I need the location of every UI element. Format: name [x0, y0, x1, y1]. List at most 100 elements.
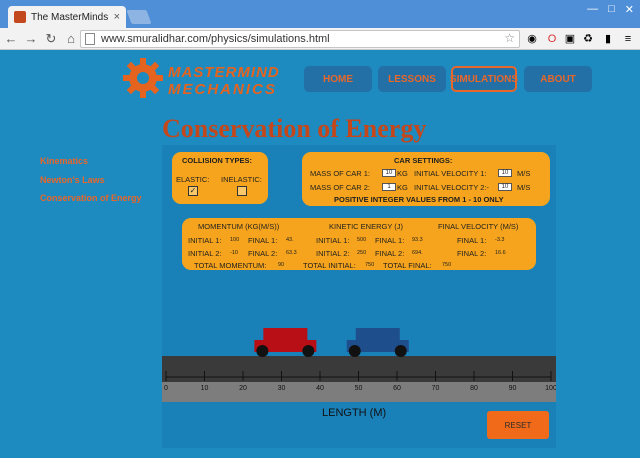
car-wheel	[302, 345, 315, 357]
ke-final1-value: 93.3	[412, 237, 423, 243]
page-icon	[85, 33, 95, 45]
momentum-initial2-label: INITIAL 2:	[188, 249, 222, 258]
kinetic-energy-title: KINETIC ENERGY (J)	[329, 222, 404, 231]
momentum-final1-label: FINAL 1:	[248, 236, 278, 245]
mass1-label: MASS OF CAR 1:	[310, 169, 371, 178]
momentum-initial2-value: -10	[230, 250, 238, 256]
inelastic-label: INELASTIC:	[221, 175, 262, 184]
momentum-final1-value: 43.	[286, 237, 294, 243]
fv-final2-label: FINAL 2:	[457, 249, 487, 258]
home-icon[interactable]: ⌂	[62, 31, 80, 46]
maximize-icon[interactable]: □	[608, 3, 615, 16]
minimize-icon[interactable]: —	[587, 3, 598, 16]
total-momentum-label: TOTAL MOMENTUM:	[194, 261, 267, 270]
close-window-icon[interactable]: ✕	[625, 3, 634, 16]
nav-simulations[interactable]: SIMULATIONS	[450, 66, 518, 92]
window-controls: — □ ✕	[587, 3, 634, 16]
car-wheel	[348, 345, 361, 357]
close-tab-icon[interactable]: ×	[114, 11, 120, 23]
site-favicon-icon	[14, 11, 26, 23]
vel2-label: INITIAL VELOCITY 2:-	[414, 183, 490, 192]
momentum-final2-label: FINAL 2:	[248, 249, 278, 258]
camera-icon[interactable]: ▣	[562, 31, 578, 47]
browser-tab-bar: The MasterMinds Physics × — □ ✕	[0, 0, 640, 28]
car-wheel	[394, 345, 407, 357]
car-roof	[355, 328, 400, 342]
bookmarks-icon[interactable]: ▮	[600, 31, 616, 47]
sidebar-item-kinematics[interactable]: Kinematics	[40, 156, 88, 166]
ruler-tick-label: 20	[239, 385, 247, 392]
vel1-label: INITIAL VELOCITY 1:	[414, 169, 487, 178]
menu-icon[interactable]: ≡	[620, 31, 636, 47]
total-final-value: 750	[442, 262, 452, 268]
total-initial-label: TOTAL INITIAL:	[303, 261, 356, 270]
browser-tab[interactable]: The MasterMinds Physics ×	[8, 6, 126, 28]
ruler-tick-label: 60	[393, 385, 401, 392]
logo-line-1: MASTERMIND	[168, 64, 280, 81]
nav-lessons[interactable]: LESSONS	[378, 66, 446, 92]
fv-final1-label: FINAL 1:	[457, 236, 487, 245]
ruler-tick-label: 50	[355, 385, 363, 392]
reset-button[interactable]: RESET	[487, 411, 549, 439]
sync-icon[interactable]: ♻	[580, 31, 596, 47]
car-wheel	[256, 345, 269, 357]
logo-line-2: MECHANICS	[168, 81, 277, 98]
total-momentum-value: 90	[278, 262, 285, 268]
gear-logo-icon	[123, 58, 163, 98]
new-tab-button[interactable]	[126, 10, 152, 24]
ruler-tick-label: 0	[164, 385, 168, 392]
momentum-final2-value: 63.3	[286, 250, 297, 256]
momentum-initial1-value: 100	[230, 237, 240, 243]
collision-types-box: COLLISION TYPES: ELASTIC: INELASTIC: ✓	[172, 152, 268, 204]
ruler-tick-label: 100	[545, 385, 556, 392]
car-1	[254, 328, 317, 357]
total-initial-value: 750	[365, 262, 375, 268]
mass2-unit: KG	[397, 183, 408, 192]
browser-toolbar: ← → ↻ ⌂ www.smuralidhar.com/physics/simu…	[0, 28, 640, 50]
ruler-tick-label: 70	[432, 385, 440, 392]
ruler-tick-label: 80	[470, 385, 478, 392]
mass2-input[interactable]: 1	[382, 183, 396, 191]
final-velocity-title: FINAL VELOCITY (M/S)	[438, 222, 519, 231]
momentum-title: MOMENTUM (KG(M/S))	[198, 222, 280, 231]
opera-icon[interactable]: O	[544, 31, 560, 47]
nav-about[interactable]: ABOUT	[524, 66, 592, 92]
reload-icon[interactable]: ↻	[42, 31, 60, 47]
vel2-input[interactable]: 10	[498, 183, 512, 191]
url-text: www.smuralidhar.com/physics/simulations.…	[101, 33, 330, 45]
ke-initial1-value: 500	[357, 237, 367, 243]
input-constraint-note: POSITIVE INTEGER VALUES FROM 1 - 10 ONLY	[334, 195, 504, 204]
address-bar[interactable]: www.smuralidhar.com/physics/simulations.…	[80, 30, 520, 48]
ke-final2-value: 694.	[412, 250, 423, 256]
elastic-label: ELASTIC:	[176, 175, 210, 184]
page-title: Conservation of Energy	[162, 114, 427, 143]
vel1-unit: M/S	[517, 169, 531, 178]
ke-initial2-label: INITIAL 2:	[316, 249, 350, 258]
car-roof	[263, 328, 308, 342]
nav-home[interactable]: HOME	[304, 66, 372, 92]
fv-final1-value: -3.3	[495, 237, 505, 243]
sidebar-item-newtons-laws[interactable]: Newton's Laws	[40, 175, 105, 185]
track-svg: 0 10 20 30 40 50 60 70 80 90 100	[162, 328, 556, 402]
sidebar-item-conservation-of-energy[interactable]: Conservation of Energy	[40, 193, 142, 203]
ruler-tick-label: 90	[509, 385, 517, 392]
car-2	[346, 328, 409, 357]
ke-initial1-label: INITIAL 1:	[316, 236, 350, 245]
results-box: MOMENTUM (KG(M/S)) KINETIC ENERGY (J) FI…	[182, 218, 536, 270]
total-final-label: TOTAL FINAL:	[383, 261, 432, 270]
mass1-input[interactable]: 10	[382, 169, 396, 177]
ruler-tick-label: 40	[316, 385, 324, 392]
inelastic-checkbox[interactable]	[237, 186, 247, 196]
vel2-unit: M/S	[517, 183, 531, 192]
forward-icon[interactable]: →	[22, 31, 40, 46]
ke-initial2-value: 250	[357, 250, 367, 256]
bookmark-star-icon[interactable]: ☆	[504, 31, 515, 45]
elastic-checkbox[interactable]: ✓	[188, 186, 198, 196]
car-settings-title: CAR SETTINGS:	[394, 156, 453, 165]
mass2-label: MASS OF CAR 2:	[310, 183, 371, 192]
tab-title: The MasterMinds Physics	[31, 11, 110, 23]
vel1-input[interactable]: 10	[498, 169, 512, 177]
mass1-unit: KG	[397, 169, 408, 178]
extension-icon[interactable]: ◉	[524, 31, 540, 47]
back-icon[interactable]: ←	[2, 31, 20, 46]
